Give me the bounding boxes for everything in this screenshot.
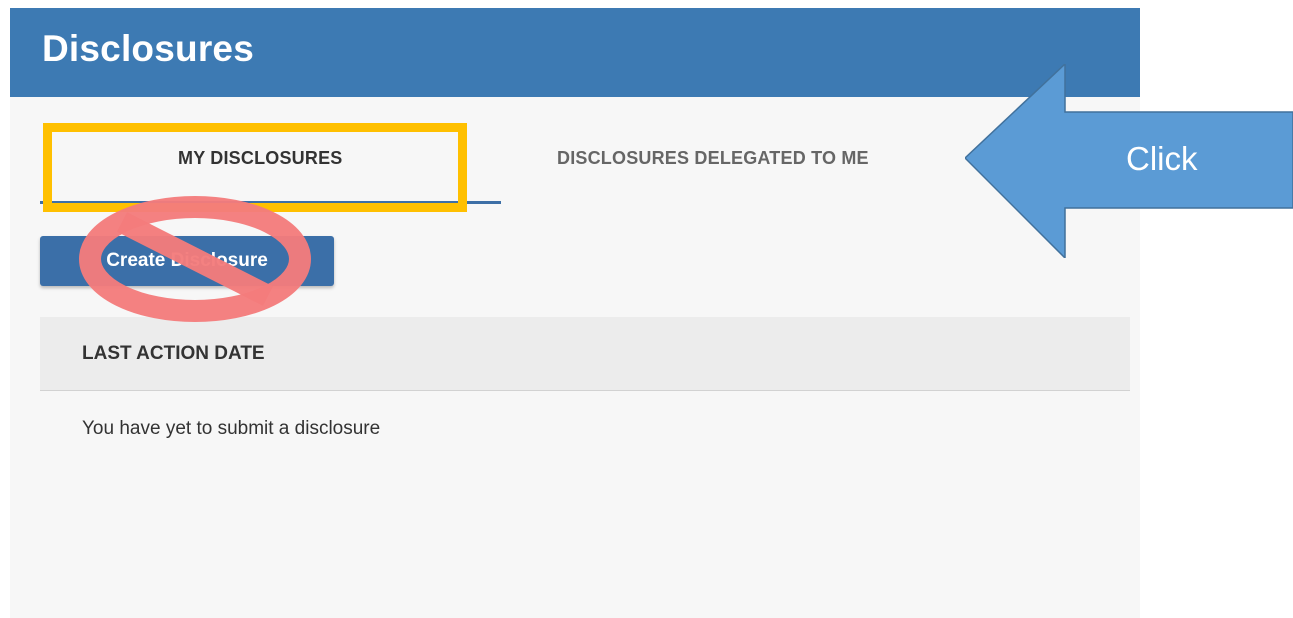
page-title: Disclosures (42, 28, 254, 69)
table-header-row: LAST ACTION DATE (40, 317, 1130, 391)
prohibited-icon (79, 196, 311, 322)
column-header-last-action-date[interactable]: LAST ACTION DATE (82, 343, 265, 365)
empty-state-message: You have yet to submit a disclosure (82, 418, 381, 439)
tab-disclosures-delegated-to-me[interactable]: DISCLOSURES DELEGATED TO ME (557, 148, 869, 169)
arrow-callout-label: Click (1126, 140, 1198, 177)
screenshot-stage: Disclosures MY DISCLOSURES DISCLOSURES D… (0, 0, 1293, 618)
